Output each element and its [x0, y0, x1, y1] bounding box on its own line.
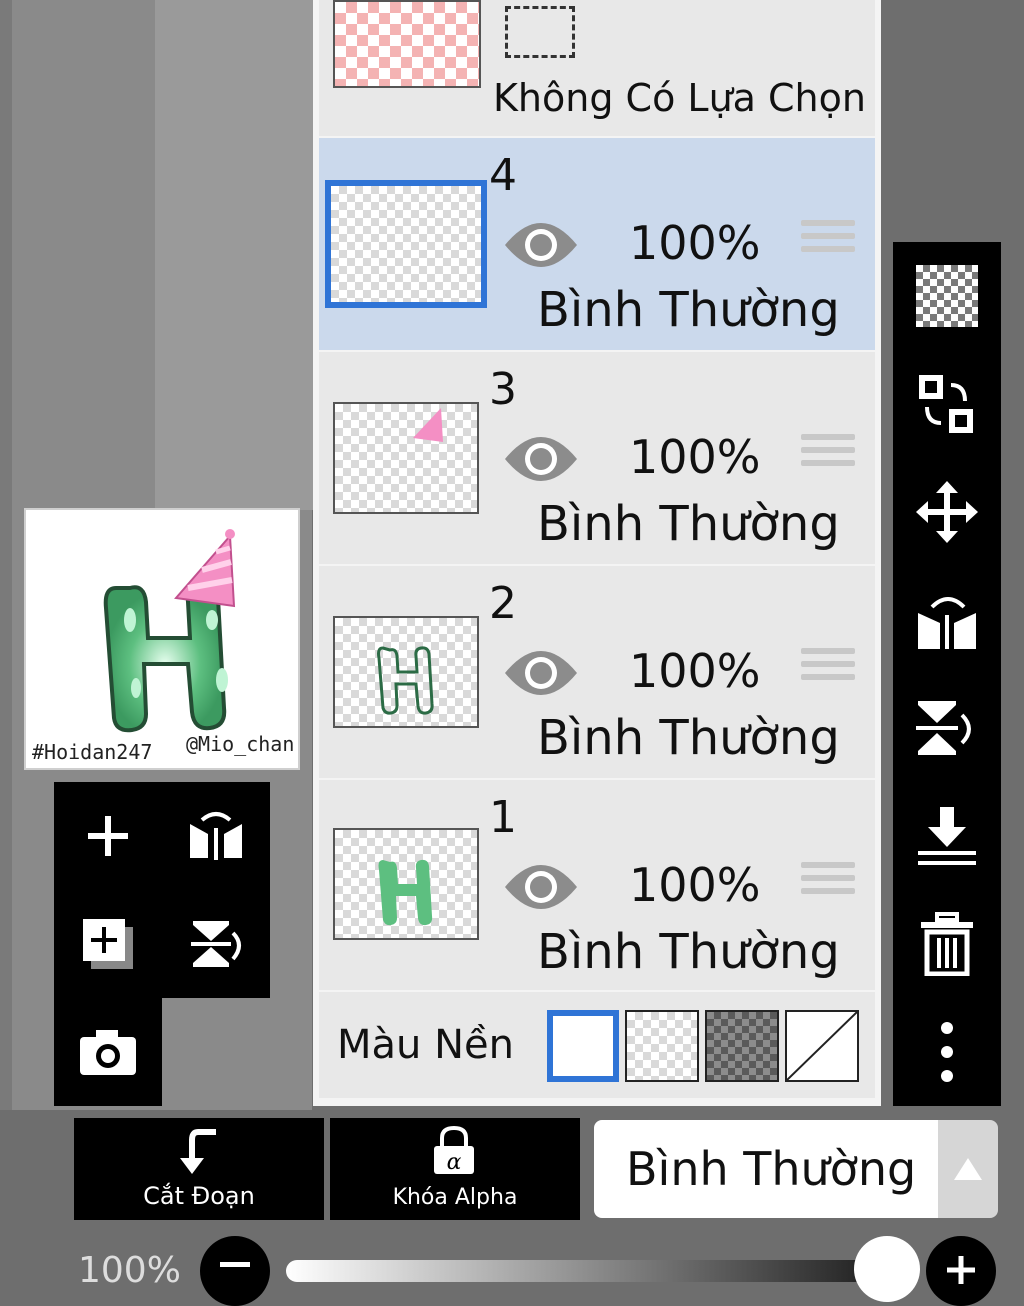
- clip-button[interactable]: Cắt Đoạn: [74, 1118, 324, 1220]
- layer-row[interactable]: 3 100% Bình Thường: [319, 352, 875, 564]
- layer-thumbnail: [333, 616, 479, 728]
- eye-icon[interactable]: [503, 218, 579, 272]
- camera-button[interactable]: [54, 998, 162, 1106]
- layer-blend-mode: Bình Thường: [537, 282, 840, 338]
- layer-blend-mode: Bình Thường: [537, 924, 840, 980]
- merge-down-icon: [918, 807, 976, 865]
- flip-vertical-button[interactable]: [893, 674, 1001, 782]
- layer-opacity: 100%: [629, 858, 761, 912]
- opacity-decrease-button[interactable]: [200, 1236, 270, 1306]
- selection-dashed-icon: [505, 6, 575, 58]
- drag-handle-icon[interactable]: [801, 648, 855, 687]
- blend-mode-dropdown[interactable]: [938, 1120, 998, 1218]
- flip-vertical-button[interactable]: [162, 890, 270, 998]
- layer-number: 4: [489, 150, 517, 201]
- author-label: @Mio_chan: [186, 732, 295, 756]
- alpha-lock-button[interactable]: α Khóa Alpha: [330, 1118, 580, 1220]
- fill-thumb: [378, 859, 433, 926]
- outline-thumb: [377, 646, 434, 715]
- layer-thumbnail: [325, 180, 487, 308]
- layer-number: 2: [489, 578, 517, 629]
- layer-number: 3: [489, 364, 517, 415]
- slash-icon: [787, 1012, 857, 1080]
- selection-layer-row[interactable]: Không Có Lựa Chọn: [319, 0, 875, 136]
- selection-label: Không Có Lựa Chọn: [493, 76, 866, 120]
- layer-row[interactable]: 2 100% Bình Thường: [319, 566, 875, 778]
- swap-layer-icon: [919, 375, 973, 433]
- background-color-row: Màu Nền: [319, 992, 875, 1098]
- checker-icon: [916, 265, 978, 327]
- canvas-area-inner: [155, 0, 315, 510]
- layer-opacity: 100%: [629, 430, 761, 484]
- flip-vertical-icon: [191, 921, 241, 967]
- flip-horizontal-button[interactable]: [893, 566, 1001, 674]
- layer-thumbnail: [333, 828, 479, 940]
- lock-icon: α: [434, 1126, 474, 1175]
- transparency-button[interactable]: [893, 242, 1001, 350]
- clip-label: Cắt Đoạn: [143, 1182, 255, 1210]
- add-layer-button[interactable]: [54, 782, 162, 890]
- plus-icon: [88, 816, 128, 856]
- selection-layer-thumbnail: [333, 0, 481, 88]
- camera-panel: [54, 998, 162, 1106]
- bg-transparent-light-option[interactable]: [625, 1010, 699, 1082]
- bg-transparent-dark-option[interactable]: [705, 1010, 779, 1082]
- layer-row[interactable]: 4 100% Bình Thường: [319, 138, 875, 350]
- hashtag-label: #Hoidan247: [32, 740, 153, 764]
- layer-opacity: 100%: [629, 216, 761, 270]
- alpha-lock-label: Khóa Alpha: [392, 1185, 518, 1210]
- blend-mode-value: Bình Thường: [626, 1142, 917, 1196]
- background-label: Màu Nền: [337, 1022, 514, 1068]
- bg-none-option[interactable]: [785, 1010, 859, 1082]
- blend-mode-select[interactable]: Bình Thường: [594, 1120, 938, 1218]
- layer-blend-mode: Bình Thường: [537, 710, 840, 766]
- clip-arrow-icon: [180, 1129, 216, 1174]
- trash-icon: [921, 912, 973, 976]
- layer-number: 1: [489, 792, 517, 843]
- chevron-up-icon: [954, 1158, 982, 1180]
- flip-horizontal-icon: [918, 597, 976, 649]
- drag-handle-icon[interactable]: [801, 220, 855, 259]
- move-icon: [916, 481, 978, 543]
- right-toolbar: [893, 242, 1001, 1106]
- move-button[interactable]: [893, 458, 1001, 566]
- plus-icon: [947, 1256, 975, 1284]
- layer-blend-mode: Bình Thường: [537, 496, 840, 552]
- flip-horizontal-button[interactable]: [162, 782, 270, 890]
- opacity-increase-button[interactable]: [926, 1236, 996, 1306]
- drag-handle-icon[interactable]: [801, 434, 855, 473]
- opacity-label: 100%: [78, 1250, 181, 1291]
- layer-row[interactable]: 1 100% Bình Thường: [319, 780, 875, 990]
- delete-layer-button[interactable]: [893, 890, 1001, 998]
- bg-white-option[interactable]: [547, 1010, 619, 1082]
- layer-opacity: 100%: [629, 644, 761, 698]
- canvas-preview[interactable]: #Hoidan247 @Mio_chan: [24, 508, 300, 770]
- new-layer-copy-button[interactable]: [54, 890, 162, 998]
- more-button[interactable]: [893, 998, 1001, 1106]
- left-tool-panel: [54, 782, 270, 998]
- party-hat-thumb: [413, 408, 443, 442]
- merge-down-button[interactable]: [893, 782, 1001, 890]
- more-icon: [941, 1022, 953, 1082]
- minus-icon: [220, 1262, 250, 1267]
- swap-layer-button[interactable]: [893, 350, 1001, 458]
- drag-handle-icon[interactable]: [801, 862, 855, 901]
- letter-h-artwork: [103, 529, 236, 733]
- camera-icon: [80, 1030, 136, 1075]
- canvas-edge: [0, 0, 12, 1110]
- svg-text:α: α: [447, 1150, 462, 1175]
- eye-icon[interactable]: [503, 646, 579, 700]
- eye-icon[interactable]: [503, 432, 579, 486]
- flip-vertical-icon: [916, 701, 971, 755]
- layer-thumbnail: [333, 402, 479, 514]
- opacity-slider-track[interactable]: [286, 1260, 916, 1282]
- flip-horizontal-icon: [190, 812, 242, 860]
- eye-icon[interactable]: [503, 860, 579, 914]
- add-layer-icon: [83, 919, 133, 969]
- opacity-slider-thumb[interactable]: [854, 1236, 920, 1302]
